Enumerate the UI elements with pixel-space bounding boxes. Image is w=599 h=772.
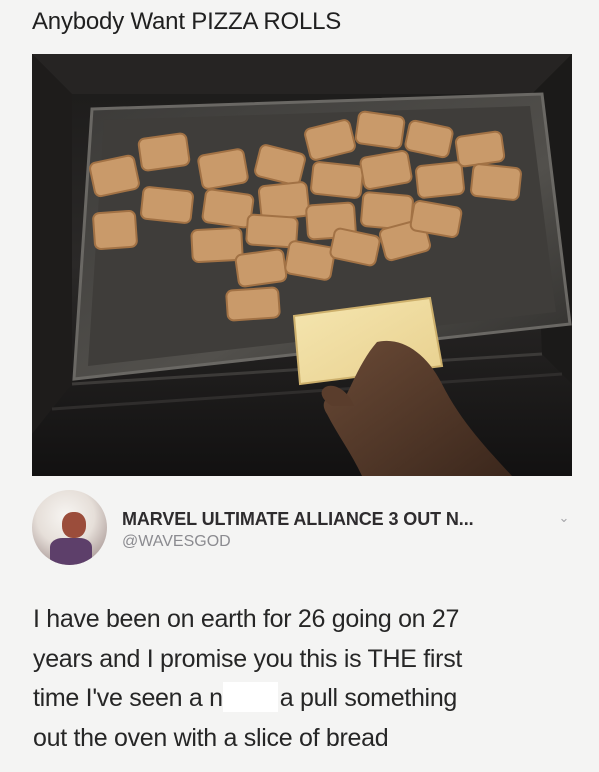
tweet-header: MARVEL ULTIMATE ALLIANCE 3 OUT N... @WAV… — [32, 490, 577, 570]
pizza-rolls-photo[interactable] — [32, 54, 572, 476]
tweet-line: out the oven with a slice of bread — [33, 723, 389, 752]
tweet-line-part: a pull something — [279, 684, 458, 712]
avatar[interactable] — [32, 490, 107, 565]
censor-box — [222, 682, 278, 712]
avatar-figure-body — [50, 538, 92, 565]
meme-post: Anybody Want PIZZA ROLLS MARVEL ULTIMATE… — [0, 0, 599, 772]
tweet-line: years and I promise you this is THE firs… — [33, 644, 463, 673]
oven-photo-illustration — [32, 54, 572, 476]
tweet-line-part: time I've seen a n — [33, 684, 223, 712]
post-title: Anybody Want PIZZA ROLLS — [32, 8, 342, 35]
avatar-figure-head — [62, 512, 86, 538]
tweet-body: I have been on earth for 26 going on 27 … — [33, 600, 573, 758]
user-handle[interactable]: @WAVESGOD — [122, 533, 231, 551]
chevron-down-icon[interactable]: ⌄ — [555, 510, 573, 526]
tweet-line: I have been on earth for 26 going on 27 — [33, 605, 460, 633]
display-name[interactable]: MARVEL ULTIMATE ALLIANCE 3 OUT N... — [122, 509, 474, 530]
tweet-line: time I've seen a n a pull something — [33, 679, 573, 719]
